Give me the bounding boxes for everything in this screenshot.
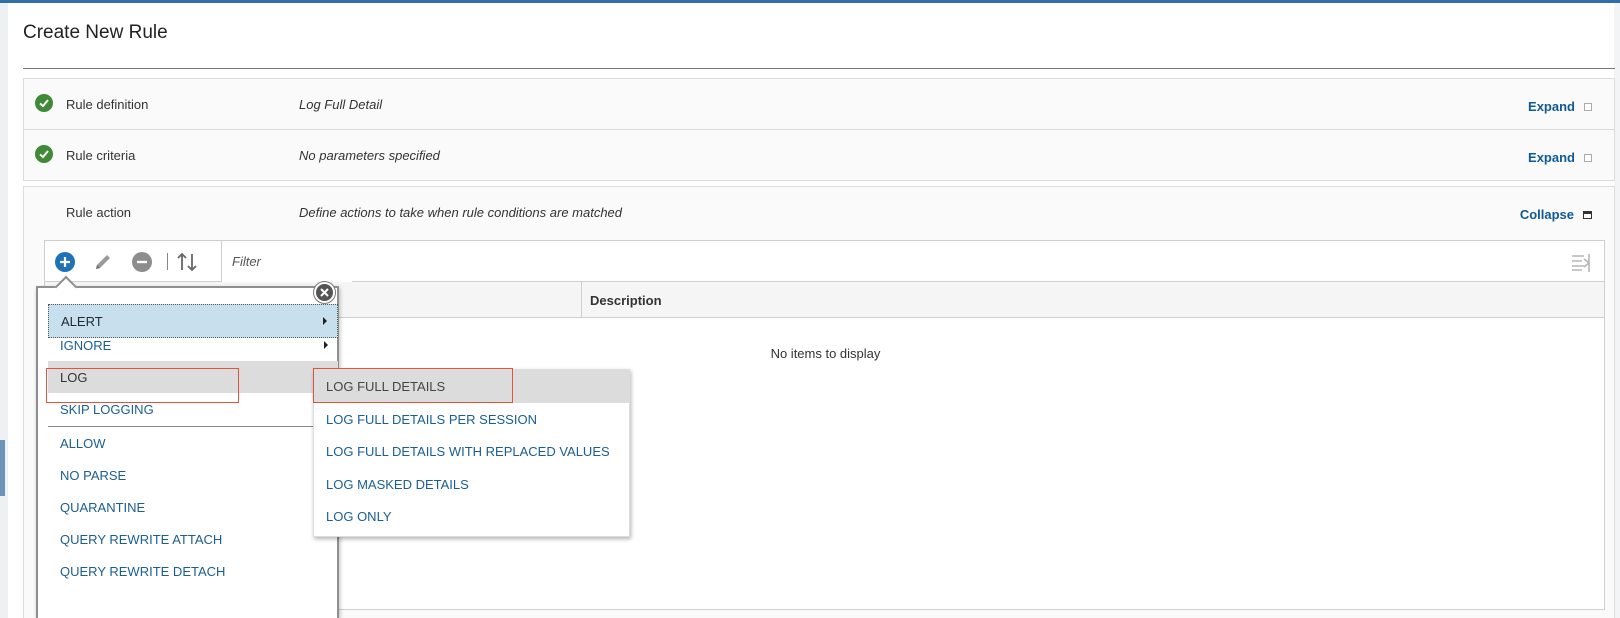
section-summary: Define actions to take when rule conditi… [299,205,623,220]
expand-icon [1584,153,1592,162]
edit-button[interactable] [91,250,115,274]
expand-toggle[interactable]: Expand [1528,150,1592,165]
section-name: Rule action [66,205,132,220]
toggle-label: Expand [1528,150,1575,165]
submenu-item-log-only[interactable]: LOG ONLY [314,500,629,533]
section-name: Rule criteria [66,148,136,163]
remove-button[interactable] [130,250,154,274]
submenu-item-label: LOG FULL DETAILS WITH REPLACED VALUES [326,444,610,459]
menu-item-label: QUERY REWRITE DETACH [60,563,226,579]
section-summary: Log Full Detail [299,97,383,112]
menu-item-label: IGNORE [60,337,112,353]
minus-circle-icon [132,252,152,272]
filter-input[interactable] [222,241,352,282]
menu-close-button[interactable] [314,282,335,303]
submenu-item-label: LOG FULL DETAILS PER SESSION [326,412,537,427]
menu-item-log[interactable]: LOG [48,361,338,393]
menu-item-no-parse[interactable]: NO PARSE [48,459,338,491]
menu-item-skip-logging[interactable]: SKIP LOGGING [48,393,338,425]
toggle-label: Collapse [1519,207,1574,222]
section-name: Rule definition [66,97,149,112]
expand-toggle[interactable]: Expand [1528,99,1592,114]
top-accent-bar [0,0,1620,3]
menu-item-ignore[interactable]: IGNORE [48,329,338,361]
check-circle-icon [35,94,53,112]
submenu-item-label: LOG MASKED DETAILS [326,477,469,492]
page-title: Create New Rule [23,22,168,43]
submenu-item-label: LOG ONLY [326,509,392,524]
section-rule-criteria: Rule criteria No parameters specified Ex… [23,129,1615,181]
menu-item-query-rewrite-detach[interactable]: QUERY REWRITE DETACH [48,555,338,587]
check-circle-icon [35,145,53,163]
sort-arrows-icon [177,252,197,272]
menu-item-quarantine[interactable]: QUARANTINE [48,491,338,523]
left-background-edge [0,3,8,618]
toolbar-separator [167,253,168,270]
menu-item-label: ALLOW [60,435,106,451]
menu-item-label: ALERT [61,313,103,329]
section-rule-definition: Rule definition Log Full Detail Expand [23,78,1615,130]
submenu-item-log-full-details-replaced-values[interactable]: LOG FULL DETAILS WITH REPLACED VALUES [314,435,629,468]
submenu-arrow-icon [323,317,327,325]
menu-item-allow[interactable]: ALLOW [48,427,338,459]
submenu-item-label: LOG FULL DETAILS [326,379,446,394]
submenu-arrow-icon [324,341,328,349]
pencil-icon [96,255,110,269]
collapse-icon [1583,210,1592,219]
submenu-item-log-full-details-per-session[interactable]: LOG FULL DETAILS PER SESSION [314,403,629,436]
column-header-description[interactable]: Description [590,293,662,308]
column-settings-icon [1572,254,1591,272]
submenu-item-log-full-details[interactable]: LOG FULL DETAILS [314,370,629,403]
sort-button[interactable] [175,250,199,274]
action-type-menu: ALERT IGNORE LOG SKIP LOGGING ALLOW NO P… [36,275,339,618]
menu-item-label: SKIP LOGGING [60,401,154,417]
collapse-toggle[interactable]: Collapse [1520,207,1592,222]
submenu-item-log-masked-details[interactable]: LOG MASKED DETAILS [314,468,629,501]
log-submenu: LOG FULL DETAILS LOG FULL DETAILS PER SE… [313,369,630,537]
menu-item-label: QUERY REWRITE ATTACH [60,531,223,547]
grid-toolbar [45,241,1604,282]
left-edge-marker [0,440,5,496]
close-circle-icon [320,288,329,297]
menu-item-query-rewrite-attach[interactable]: QUERY REWRITE ATTACH [48,523,338,555]
menu-item-label: LOG [60,369,88,385]
title-divider [23,68,1615,69]
add-button[interactable] [53,250,77,274]
expand-icon [1584,102,1592,111]
toggle-label: Expand [1528,99,1575,114]
section-summary: No parameters specified [299,148,440,163]
column-settings-button[interactable] [1570,251,1592,273]
menu-item-label: NO PARSE [60,467,127,483]
plus-circle-icon [55,252,75,272]
menu-item-label: QUARANTINE [60,499,146,515]
